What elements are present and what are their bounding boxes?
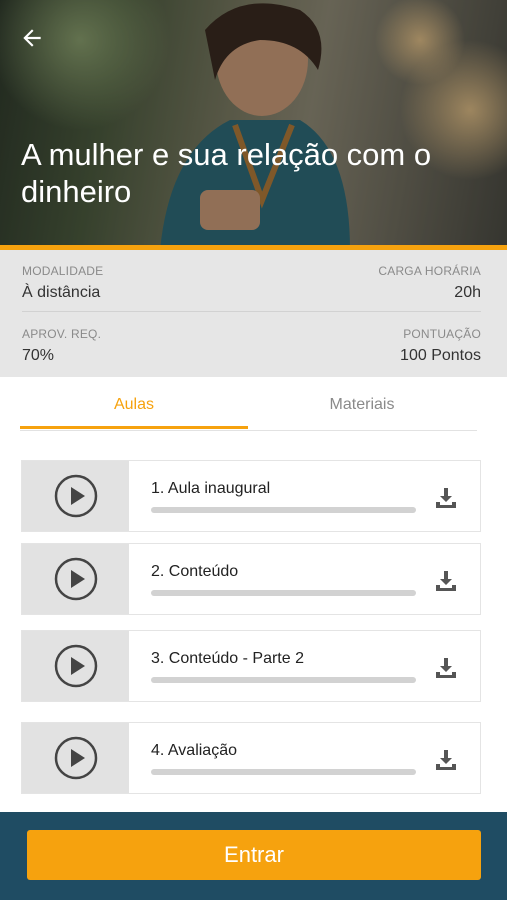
lesson-title: 3. Conteúdo - Parte 2 bbox=[151, 650, 304, 667]
arrow-left-icon bbox=[23, 29, 41, 47]
pontuacao-value: 100 Pontos bbox=[400, 347, 481, 364]
download-button[interactable] bbox=[434, 486, 458, 510]
lesson-item[interactable]: 3. Conteúdo - Parte 2 bbox=[21, 630, 481, 702]
lesson-title: 4. Avaliação bbox=[151, 742, 237, 759]
pontuacao-block: PONTUAÇÃO 100 Pontos bbox=[400, 327, 481, 365]
carga-horaria-block: CARGA HORÁRIA 20h bbox=[378, 264, 481, 302]
download-button[interactable] bbox=[434, 569, 458, 593]
tab-bar: Aulas Materiais bbox=[20, 378, 477, 431]
download-button[interactable] bbox=[434, 656, 458, 680]
lesson-progress-bar bbox=[151, 677, 416, 683]
lesson-progress-bar bbox=[151, 769, 416, 775]
info-row: APROV. REQ. 70% PONTUAÇÃO 100 Pontos bbox=[22, 313, 481, 375]
aprovacao-block: APROV. REQ. 70% bbox=[22, 327, 101, 365]
back-button[interactable] bbox=[14, 20, 50, 56]
lesson-title: 2. Conteúdo bbox=[151, 563, 239, 580]
lesson-progress-bar bbox=[151, 590, 416, 596]
lesson-item[interactable]: 1. Aula inaugural bbox=[21, 460, 481, 532]
info-row: MODALIDADE À distância CARGA HORÁRIA 20h bbox=[22, 250, 481, 312]
active-tab-indicator bbox=[20, 426, 248, 429]
tab-aulas[interactable]: Aulas bbox=[20, 378, 248, 431]
lesson-thumbnail bbox=[22, 461, 129, 531]
footer-bar: Entrar bbox=[0, 812, 507, 900]
play-circle-icon[interactable] bbox=[54, 474, 98, 518]
aprovacao-label: APROV. REQ. bbox=[22, 327, 102, 341]
lesson-thumbnail bbox=[22, 723, 129, 793]
hero-overlay bbox=[0, 0, 507, 250]
modalidade-value: À distância bbox=[22, 284, 101, 301]
download-button[interactable] bbox=[434, 748, 458, 772]
course-title: A mulher e sua relação com o dinheiro bbox=[21, 137, 432, 209]
course-info-panel: MODALIDADE À distância CARGA HORÁRIA 20h… bbox=[0, 250, 507, 377]
play-circle-icon[interactable] bbox=[54, 644, 98, 688]
lesson-progress-bar bbox=[151, 507, 416, 513]
download-icon bbox=[436, 658, 456, 678]
play-circle-icon[interactable] bbox=[54, 736, 98, 780]
aprovacao-value: 70% bbox=[22, 347, 55, 364]
enter-button[interactable]: Entrar bbox=[27, 830, 481, 880]
lesson-thumbnail bbox=[22, 631, 129, 701]
play-circle-icon[interactable] bbox=[54, 557, 98, 601]
lesson-item[interactable]: 4. Avaliação bbox=[21, 722, 481, 794]
download-icon bbox=[436, 488, 456, 508]
lesson-title: 1. Aula inaugural bbox=[151, 480, 271, 497]
download-icon bbox=[436, 571, 456, 591]
download-icon bbox=[436, 750, 456, 770]
carga-horaria-label: CARGA HORÁRIA bbox=[378, 264, 481, 278]
lesson-item[interactable]: 2. Conteúdo bbox=[21, 543, 481, 615]
modalidade-block: MODALIDADE À distância bbox=[22, 264, 103, 302]
tab-materiais[interactable]: Materiais bbox=[248, 378, 476, 431]
course-hero: A mulher e sua relação com o dinheiro bbox=[0, 0, 507, 250]
modalidade-label: MODALIDADE bbox=[22, 264, 104, 278]
carga-horaria-value: 20h bbox=[454, 284, 481, 301]
lesson-thumbnail bbox=[22, 544, 129, 614]
pontuacao-label: PONTUAÇÃO bbox=[403, 327, 481, 341]
